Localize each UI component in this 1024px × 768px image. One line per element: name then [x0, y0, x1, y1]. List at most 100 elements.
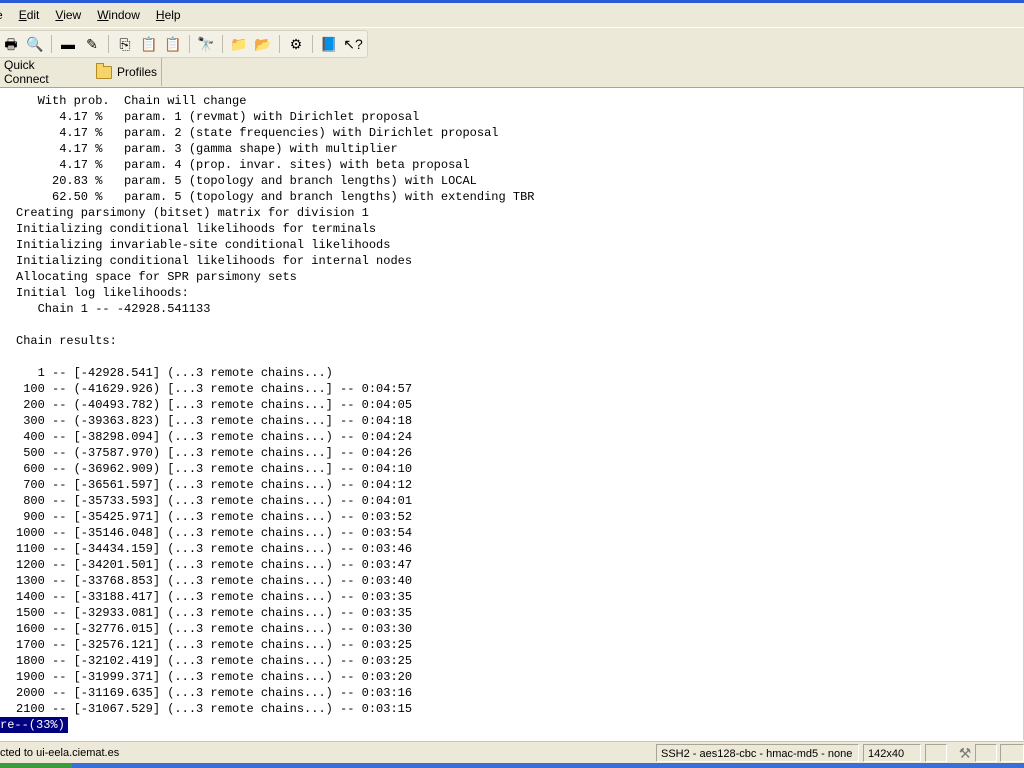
toolbar-separator [189, 35, 190, 53]
more-prompt: re--(33%) [0, 717, 68, 733]
menu-file-partial-label: e [0, 8, 3, 22]
print-preview-icon: 🔍 [26, 36, 44, 52]
terminal-line: 62.50 % param. 5 (topology and branch le… [16, 190, 535, 204]
menu-edit[interactable]: Edit [11, 3, 48, 27]
terminal-line: 1500 -- [-32933.081] (...3 remote chains… [16, 606, 413, 620]
paste-button[interactable]: 📋 [138, 33, 160, 55]
menu-bar: e Edit View Window Help [0, 3, 1024, 27]
terminal-line: 200 -- (-40493.782) [...3 remote chains.… [16, 398, 413, 412]
terminal-line: Initializing conditional likelihoods for… [16, 222, 377, 236]
terminal-line: 1200 -- [-34201.501] (...3 remote chains… [16, 558, 413, 572]
status-empty-panel-1 [925, 744, 947, 762]
terminal-line: 300 -- (-39363.823) [...3 remote chains.… [16, 414, 413, 428]
quick-connect-label: Quick Connect [4, 58, 49, 86]
terminal-size-status: 142x40 [863, 744, 921, 762]
terminal-line: 4.17 % param. 1 (revmat) with Dirichlet … [16, 110, 420, 124]
paste-alt-icon: 📋 [164, 36, 182, 52]
terminal-line: 1300 -- [-33768.853] (...3 remote chains… [16, 574, 413, 588]
terminal-line: 500 -- (-37587.970) [...3 remote chains.… [16, 446, 413, 460]
terminal-line: Chain 1 -- -42928.541133 [16, 302, 211, 316]
terminal-line: 700 -- [-36561.597] (...3 remote chains.… [16, 478, 413, 492]
quick-connect-button[interactable]: Quick Connect [0, 58, 86, 86]
folder-icon [95, 62, 112, 79]
toolbar-separator [279, 35, 280, 53]
whats-this-button[interactable]: ↖? [342, 33, 364, 55]
terminal-line: 2100 -- [-31067.529] (...3 remote chains… [16, 702, 413, 716]
terminal-area[interactable]: With prob. Chain will change 4.17 % para… [0, 88, 1024, 740]
printer-icon: 🖶 [4, 36, 18, 52]
paste-alt-button[interactable]: 📋 [162, 33, 184, 55]
menu-view[interactable]: View [47, 3, 89, 27]
quick-connect-group: Quick Connect Profiles [0, 58, 162, 86]
terminal-line: 4.17 % param. 4 (prop. invar. sites) wit… [16, 158, 470, 172]
terminal-line: 1700 -- [-32576.121] (...3 remote chains… [16, 638, 413, 652]
new-file-transfer-icon: 📁 [230, 36, 248, 52]
terminal-line: 400 -- [-38298.094] (...3 remote chains.… [16, 430, 413, 444]
connection-status: cted to ui-eela.ciemat.es [0, 747, 120, 759]
terminal-line: 1 -- [-42928.541] (...3 remote chains...… [16, 366, 333, 380]
copy-icon: ⎘ [119, 36, 131, 52]
terminal-line: 1800 -- [-32102.419] (...3 remote chains… [16, 654, 413, 668]
terminal-line: 600 -- (-36962.909) [...3 remote chains.… [16, 462, 413, 476]
copy-button[interactable]: ⎘ [114, 33, 136, 55]
menu-help[interactable]: Help [148, 3, 189, 27]
toolbar-separator [312, 35, 313, 53]
terminal-line: 4.17 % param. 2 (state frequencies) with… [16, 126, 499, 140]
open-folder-button[interactable]: 📂 [252, 33, 274, 55]
menu-window[interactable]: Window [89, 3, 148, 27]
menu-view-label: View [55, 8, 82, 22]
terminal-line: 1900 -- [-31999.371] (...3 remote chains… [16, 670, 413, 684]
terminal-line: Initializing invariable-site conditional… [16, 238, 391, 252]
terminal-line: 100 -- (-41629.926) [...3 remote chains.… [16, 382, 413, 396]
help-book-button[interactable]: 📘 [318, 33, 340, 55]
terminal-line: 1400 -- [-33188.417] (...3 remote chains… [16, 590, 413, 604]
toolbar-separator [51, 35, 52, 53]
print-preview-button[interactable]: 🔍 [24, 33, 46, 55]
connect-icon: ✎ [86, 36, 98, 52]
terminal-line: 900 -- [-35425.971] (...3 remote chains.… [16, 510, 413, 524]
terminal-line: 1600 -- [-32776.015] (...3 remote chains… [16, 622, 413, 636]
terminal-line: 4.17 % param. 3 (gamma shape) with multi… [16, 142, 398, 156]
start-button[interactable] [0, 763, 72, 768]
terminal-line: 1100 -- [-34434.159] (...3 remote chains… [16, 542, 413, 556]
terminal-line: Creating parsimony (bitset) matrix for d… [16, 206, 369, 220]
terminal-line: 800 -- [-35733.593] (...3 remote chains.… [16, 494, 413, 508]
menu-file-partial[interactable]: e [0, 3, 11, 27]
toolbar-separator [222, 35, 223, 53]
quick-connect-bar: Quick Connect Profiles [0, 58, 1024, 88]
disconnect-button[interactable]: ▬ [57, 33, 79, 55]
find-button[interactable]: 🔭 [195, 33, 217, 55]
help-book-icon: 📘 [320, 36, 338, 52]
disconnect-icon: ▬ [61, 36, 75, 52]
menu-help-label: Help [155, 8, 181, 22]
cipher-status: SSH2 - aes128-cbc - hmac-md5 - none [656, 744, 859, 762]
find-icon: 🔭 [197, 36, 215, 52]
terminal-line: Chain results: [16, 334, 117, 348]
toolbar-button-group: 🖶 🔍 ▬ ✎ ⎘ 📋 📋 🔭 📁 📂 ⚙ 📘 ↖? [0, 30, 368, 58]
status-bar: cted to ui-eela.ciemat.es SSH2 - aes128-… [0, 741, 1024, 764]
terminal-line: Allocating space for SPR parsimony sets [16, 270, 297, 284]
terminal-output: With prob. Chain will change 4.17 % para… [16, 93, 534, 717]
terminal-line: 1000 -- [-35146.048] (...3 remote chains… [16, 526, 413, 540]
status-empty-panel-2 [975, 744, 997, 762]
whats-this-icon: ↖? [343, 36, 363, 52]
menu-edit-label: Edit [18, 8, 40, 22]
new-file-transfer-button[interactable]: 📁 [228, 33, 250, 55]
open-folder-icon: 📂 [254, 36, 272, 52]
terminal-line: Initializing conditional likelihoods for… [16, 254, 413, 268]
connect-button[interactable]: ✎ [81, 33, 103, 55]
taskbar [0, 763, 1024, 768]
menu-window-label: Window [97, 8, 140, 22]
terminal-line: Initial log likelihoods: [16, 286, 189, 300]
transfer-status-icon: ⚒ [958, 745, 972, 761]
settings-icon: ⚙ [289, 36, 303, 52]
settings-button[interactable]: ⚙ [285, 33, 307, 55]
paste-icon: 📋 [140, 36, 158, 52]
printer-button[interactable]: 🖶 [0, 33, 22, 55]
status-empty-panel-3 [1000, 744, 1024, 762]
terminal-line: With prob. Chain will change [16, 94, 247, 108]
toolbar: 🖶 🔍 ▬ ✎ ⎘ 📋 📋 🔭 📁 📂 ⚙ 📘 ↖? [0, 27, 1024, 59]
profiles-button[interactable]: Profiles [92, 61, 161, 83]
